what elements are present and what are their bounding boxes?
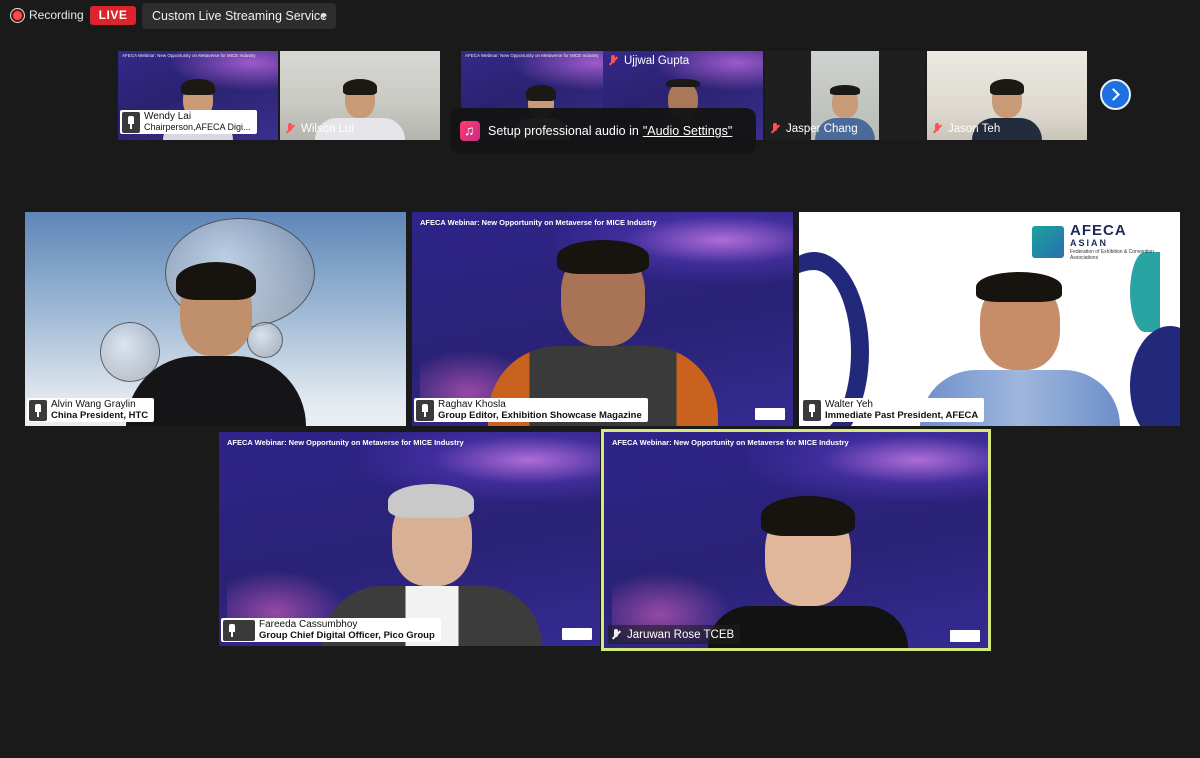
webinar-banner: AFECA Webinar: New Opportunity on Metave… <box>122 53 256 58</box>
participant-tile[interactable]: AFECA ASIAN Federation of Exhibition & C… <box>799 212 1180 426</box>
participant-name: Walter Yeh <box>825 399 873 410</box>
participant-title: Group Chief Digital Officer, Pico Group <box>259 630 435 641</box>
meeting-topbar: Recording LIVE Custom Live Streaming Ser… <box>0 0 1200 32</box>
participant-title: Group Editor, Exhibition Showcase Magazi… <box>438 410 642 421</box>
participant-name: Fareeda Cassumbhoy <box>259 619 358 630</box>
audio-settings-tooltip[interactable]: Setup professional audio in "Audio Setti… <box>450 108 756 154</box>
participant-name-tag: Wendy Lai Chairperson,AFECA Digi... <box>120 110 257 134</box>
webinar-banner: AFECA Webinar: New Opportunity on Metave… <box>420 218 657 227</box>
live-stream-service-dropdown[interactable]: Custom Live Streaming Service ▼ <box>142 3 336 29</box>
participant-name-tag: Wilson Lui <box>282 119 354 138</box>
participant-tile[interactable]: Alvin Wang Graylin China President, HTC <box>25 212 406 426</box>
caret-down-icon: ▼ <box>319 11 328 21</box>
participant-name-tag: Ujjwal Gupta <box>605 51 689 70</box>
mic-muted-icon <box>767 121 783 137</box>
participant-name-tag: Walter Yeh Immediate Past President, AFE… <box>801 398 985 422</box>
participant-name: Jason Teh <box>948 122 1001 135</box>
participant-name-tag: Alvin Wang Graylin China President, HTC <box>27 398 155 422</box>
active-speaker-border <box>601 429 991 651</box>
participant-thumbnail[interactable]: Wilson Lui <box>280 51 440 140</box>
mic-muted-icon <box>605 53 621 69</box>
asean-logo <box>755 408 785 420</box>
webinar-banner: AFECA Webinar: New Opportunity on Metave… <box>465 53 599 58</box>
participant-name-tag: Fareeda Cassumbhoy Group Chief Digital O… <box>221 618 441 642</box>
pin-icon <box>803 399 821 421</box>
participant-thumbnail[interactable]: Jason Teh <box>927 51 1087 140</box>
next-page-button[interactable] <box>1100 79 1131 110</box>
participant-name: Ujjwal Gupta <box>624 54 690 67</box>
participant-name-tag: Jasper Chang <box>767 119 858 138</box>
chevron-right-icon <box>1107 88 1120 101</box>
participant-name: Alvin Wang Graylin <box>51 399 136 410</box>
asean-logo <box>562 628 592 640</box>
participant-subtitle: Chairperson,AFECA Digi... <box>144 122 251 132</box>
participant-name: Wendy Lai <box>144 111 192 122</box>
participant-name: Jasper Chang <box>786 122 858 135</box>
participant-name: Raghav Khosla <box>438 399 506 410</box>
live-badge[interactable]: LIVE <box>90 6 136 25</box>
participant-name: Wilson Lui <box>301 122 355 135</box>
webinar-banner: AFECA Webinar: New Opportunity on Metave… <box>227 438 464 447</box>
participant-name-tag: Raghav Khosla Group Editor, Exhibition S… <box>414 398 648 422</box>
recording-icon <box>11 9 24 22</box>
mic-muted-icon <box>223 619 255 641</box>
participant-tile[interactable]: AFECA Webinar: New Opportunity on Metave… <box>219 432 600 646</box>
mic-muted-icon <box>122 111 140 133</box>
participant-title: China President, HTC <box>51 410 149 421</box>
audio-settings-link[interactable]: "Audio Settings" <box>643 124 732 138</box>
participant-thumbnail[interactable]: AFECA Webinar: New Opportunity on Metave… <box>118 51 278 140</box>
tooltip-text: Setup professional audio in <box>488 124 639 138</box>
participant-tile[interactable]: AFECA Webinar: New Opportunity on Metave… <box>412 212 793 426</box>
pin-icon <box>29 399 47 421</box>
mic-muted-icon <box>929 121 945 137</box>
participant-title: Immediate Past President, AFECA <box>825 410 979 421</box>
stream-service-label: Custom Live Streaming Service <box>152 9 328 23</box>
afeca-logo: AFECA ASIAN Federation of Exhibition & C… <box>1032 222 1154 262</box>
recording-label: Recording <box>29 8 84 22</box>
participant-thumbnail[interactable]: Jasper Chang <box>765 51 925 140</box>
mic-muted-icon <box>282 121 298 137</box>
pin-icon <box>416 399 434 421</box>
music-note-icon <box>460 121 480 141</box>
afeca-logo-icon <box>1032 226 1064 258</box>
participant-name-tag: Jason Teh <box>929 119 1000 138</box>
